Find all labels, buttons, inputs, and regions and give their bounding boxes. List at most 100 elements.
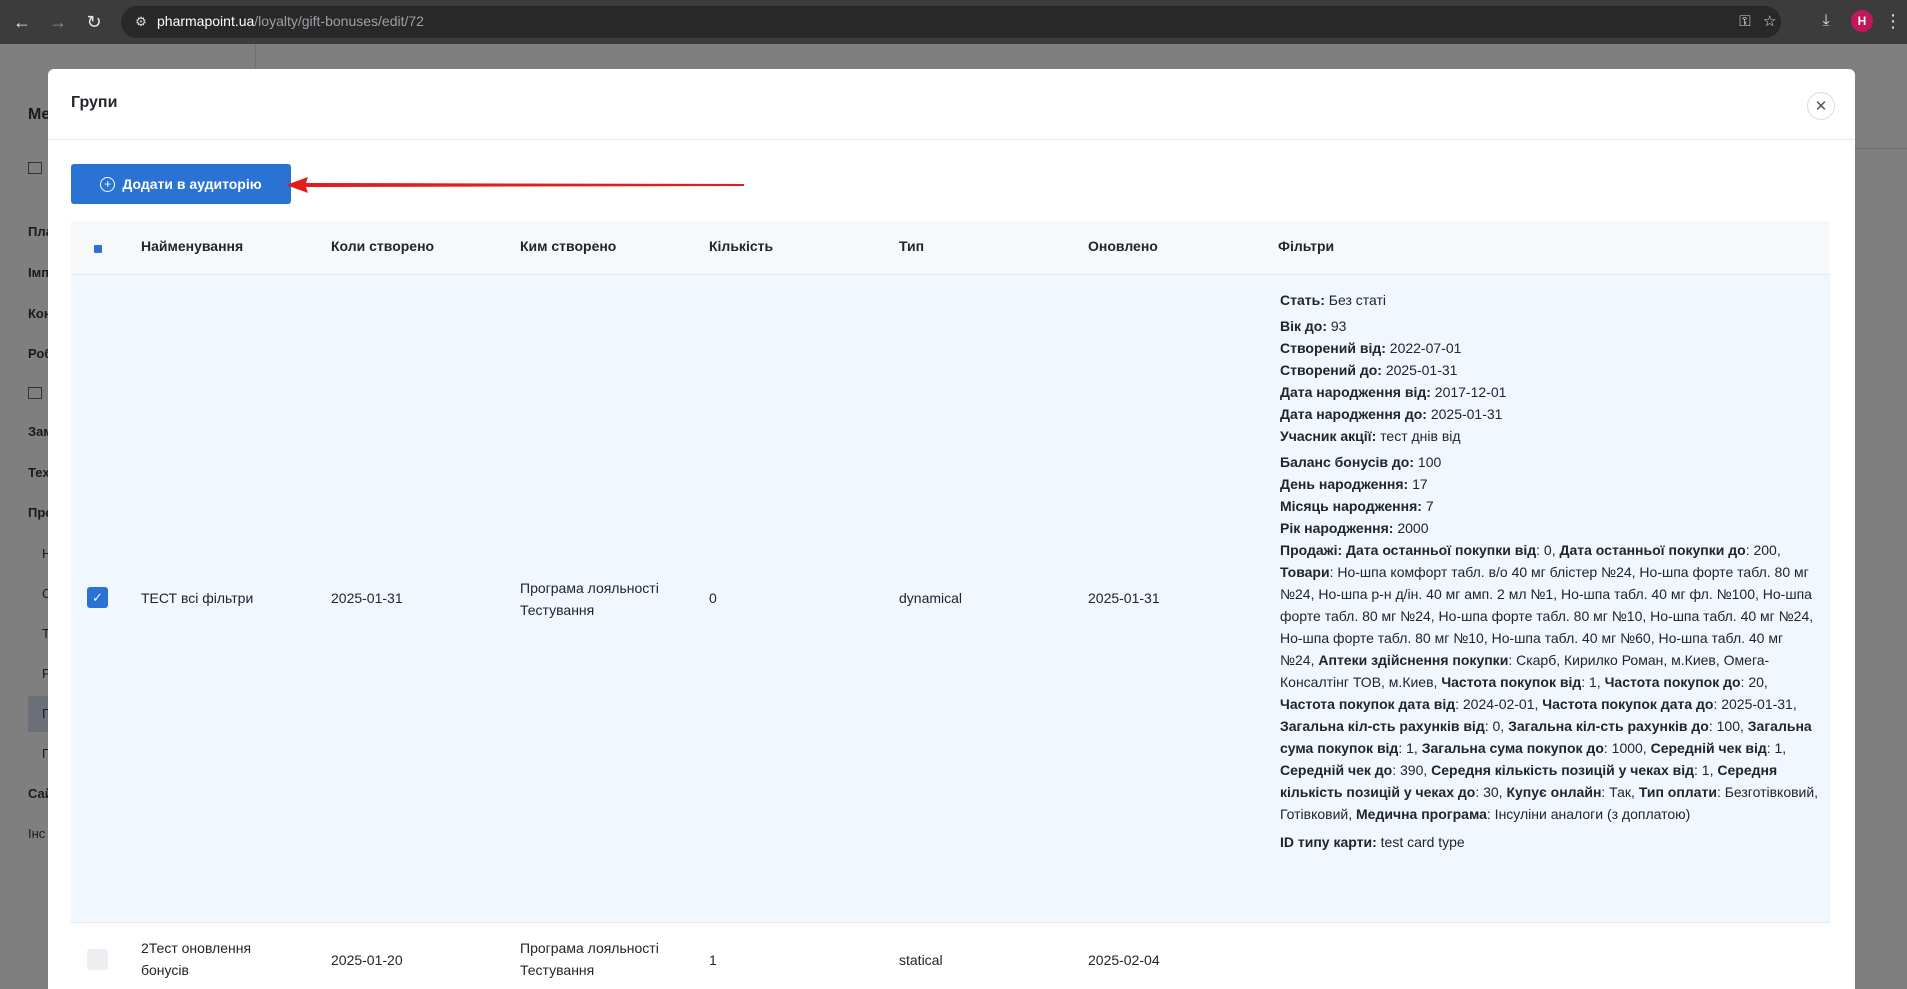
filter-label: Медична програма [1356, 806, 1487, 822]
column-header-count[interactable]: Кількість [709, 238, 773, 254]
filter-label: Місяць народження: [1280, 498, 1422, 514]
row-name-line2: бонусів [141, 962, 189, 978]
filter-value: 93 [1327, 318, 1347, 334]
profile-avatar[interactable]: H [1851, 10, 1873, 32]
password-key-icon[interactable]: ⚿ [1735, 12, 1755, 32]
close-button[interactable]: ✕ [1807, 92, 1835, 120]
close-icon: ✕ [1814, 98, 1828, 115]
column-header-type[interactable]: Тип [899, 238, 924, 254]
forward-icon[interactable]: → [44, 8, 72, 36]
filter-label: Середній чек до [1280, 762, 1393, 778]
bg-list-icon [28, 387, 42, 399]
filter-value: : 2025-01-31, [1713, 696, 1797, 712]
filter-label: Товари [1280, 564, 1330, 580]
filter-item: Створений від: 2022-07-01 [1280, 337, 1820, 359]
select-all-checkbox[interactable] [94, 245, 102, 253]
filter-label: Створений від: [1280, 340, 1386, 356]
filter-value: : 30, [1475, 784, 1507, 800]
filter-value: : 1000, [1603, 740, 1651, 756]
row-created-by: Програма лояльності Тестування [520, 937, 659, 981]
modal-title: Групи [71, 94, 118, 111]
bookmark-star-icon[interactable]: ☆ [1763, 12, 1776, 32]
row-type: statical [899, 952, 943, 968]
bg-grid-icon [28, 162, 42, 174]
annotation-arrow-shape [286, 177, 744, 193]
filter-label: ID типу карти: [1280, 834, 1377, 850]
url-host: pharmapoint.ua [157, 13, 255, 29]
row-count: 1 [709, 952, 717, 968]
back-icon[interactable]: ← [8, 8, 36, 36]
filter-value: : 100, [1708, 718, 1748, 734]
row-name-line1: 2Тест оновлення [141, 940, 252, 956]
column-header-created-at[interactable]: Коли створено [331, 238, 434, 254]
filter-value: 2025-01-31 [1426, 406, 1503, 422]
filter-label: Учасник акції: [1280, 428, 1377, 444]
filter-label: Середній чек від [1650, 740, 1767, 756]
address-bar[interactable]: ⚙ pharmapoint.ua/loyalty/gift-bonuses/ed… [121, 6, 1781, 38]
row-checkbox[interactable] [87, 949, 108, 970]
table-row[interactable]: ✓ ТЕСТ всі фільтри 2025-01-31 Програма л… [71, 275, 1830, 923]
add-to-audience-button[interactable]: + Додати в аудиторію [71, 164, 291, 204]
filter-value: : 1, [1398, 740, 1422, 756]
filter-item: Учасник акції: тест днів від [1280, 425, 1820, 447]
add-to-audience-label: Додати в аудиторію [122, 176, 262, 192]
filter-label: Загальна сума покупок до [1421, 740, 1604, 756]
download-icon[interactable]: ⤓ [1815, 10, 1837, 32]
filter-label: Середня кількість позицій у чеках від [1431, 762, 1695, 778]
filter-value: 100 [1414, 454, 1442, 470]
column-header-created-by[interactable]: Ким створено [520, 238, 616, 254]
filter-value: Без статі [1324, 292, 1387, 308]
filter-item: Баланс бонусів до: 100 [1280, 451, 1820, 473]
url-text[interactable]: pharmapoint.ua/loyalty/gift-bonuses/edit… [157, 13, 424, 29]
filter-label: Рік народження: [1280, 520, 1394, 536]
row-created-by-line1: Програма лояльності [520, 940, 659, 956]
filter-label: Загальна кіл-сть рахунків від [1280, 718, 1485, 734]
column-header-filters: Фільтри [1278, 238, 1335, 254]
filter-sales: Продажі: Дата останньої покупки від: 0, … [1280, 539, 1820, 825]
filter-item: Рік народження: 2000 [1280, 517, 1820, 539]
filter-item: Вік до: 93 [1280, 315, 1820, 337]
filter-value: : 0, [1484, 718, 1509, 734]
row-name: 2Тест оновлення бонусів [141, 937, 251, 981]
filter-value: : 0, [1536, 542, 1560, 558]
check-icon: ✓ [92, 589, 103, 605]
filter-item: Місяць народження: 7 [1280, 495, 1820, 517]
row-created-at: 2025-01-31 [331, 590, 403, 606]
column-header-updated[interactable]: Оновлено [1088, 238, 1158, 254]
row-created-by-line2: Тестування [520, 602, 595, 618]
row-created-by-line2: Тестування [520, 962, 595, 978]
reload-icon[interactable]: ↻ [80, 8, 108, 36]
url-path: /loyalty/gift-bonuses/edit/72 [254, 13, 424, 29]
filter-value: : 1, [1581, 674, 1605, 690]
filter-label: Частота покупок дата до [1542, 696, 1714, 712]
filter-value: : 1, [1766, 740, 1787, 756]
filter-value: : 2024-02-01, [1455, 696, 1543, 712]
browser-menu-icon[interactable]: ⋮ [1884, 10, 1902, 32]
filter-label: Дата народження від: [1280, 384, 1431, 400]
filter-item: Стать: Без статі [1280, 289, 1820, 311]
filter-label: Тип оплати [1638, 784, 1717, 800]
filter-value: : 200, [1745, 542, 1781, 558]
filter-value: : Інсуліни аналоги (з доплатою) [1486, 806, 1691, 822]
row-checkbox[interactable]: ✓ [87, 587, 108, 608]
filter-value: 2000 [1393, 520, 1429, 536]
filter-value: 2025-01-31 [1381, 362, 1458, 378]
bg-sidebar-item: Тех [28, 465, 50, 480]
filter-label: Вік до: [1280, 318, 1327, 334]
filter-label: Купує онлайн [1506, 784, 1602, 800]
table-row[interactable]: 2Тест оновлення бонусів 2025-01-20 Прогр… [71, 923, 1830, 989]
column-header-name[interactable]: Найменування [141, 238, 243, 254]
filter-item: Дата народження від: 2017-12-01 [1280, 381, 1820, 403]
filter-value: 2017-12-01 [1430, 384, 1507, 400]
filter-value: test card type [1376, 834, 1465, 850]
filter-label: Дата останньої покупки до [1559, 542, 1746, 558]
site-settings-icon[interactable]: ⚙ [133, 14, 149, 30]
row-created-by: Програма лояльності Тестування [520, 577, 659, 621]
bg-sidebar-item: Ме [28, 106, 51, 123]
filter-value: 17 [1408, 476, 1428, 492]
filter-label: Аптеки здійснення покупки [1318, 652, 1509, 668]
row-type: dynamical [899, 590, 963, 606]
row-count: 0 [709, 590, 717, 606]
annotation-arrow-icon [286, 177, 744, 193]
filter-item: ID типу карти: test card type [1280, 831, 1820, 853]
